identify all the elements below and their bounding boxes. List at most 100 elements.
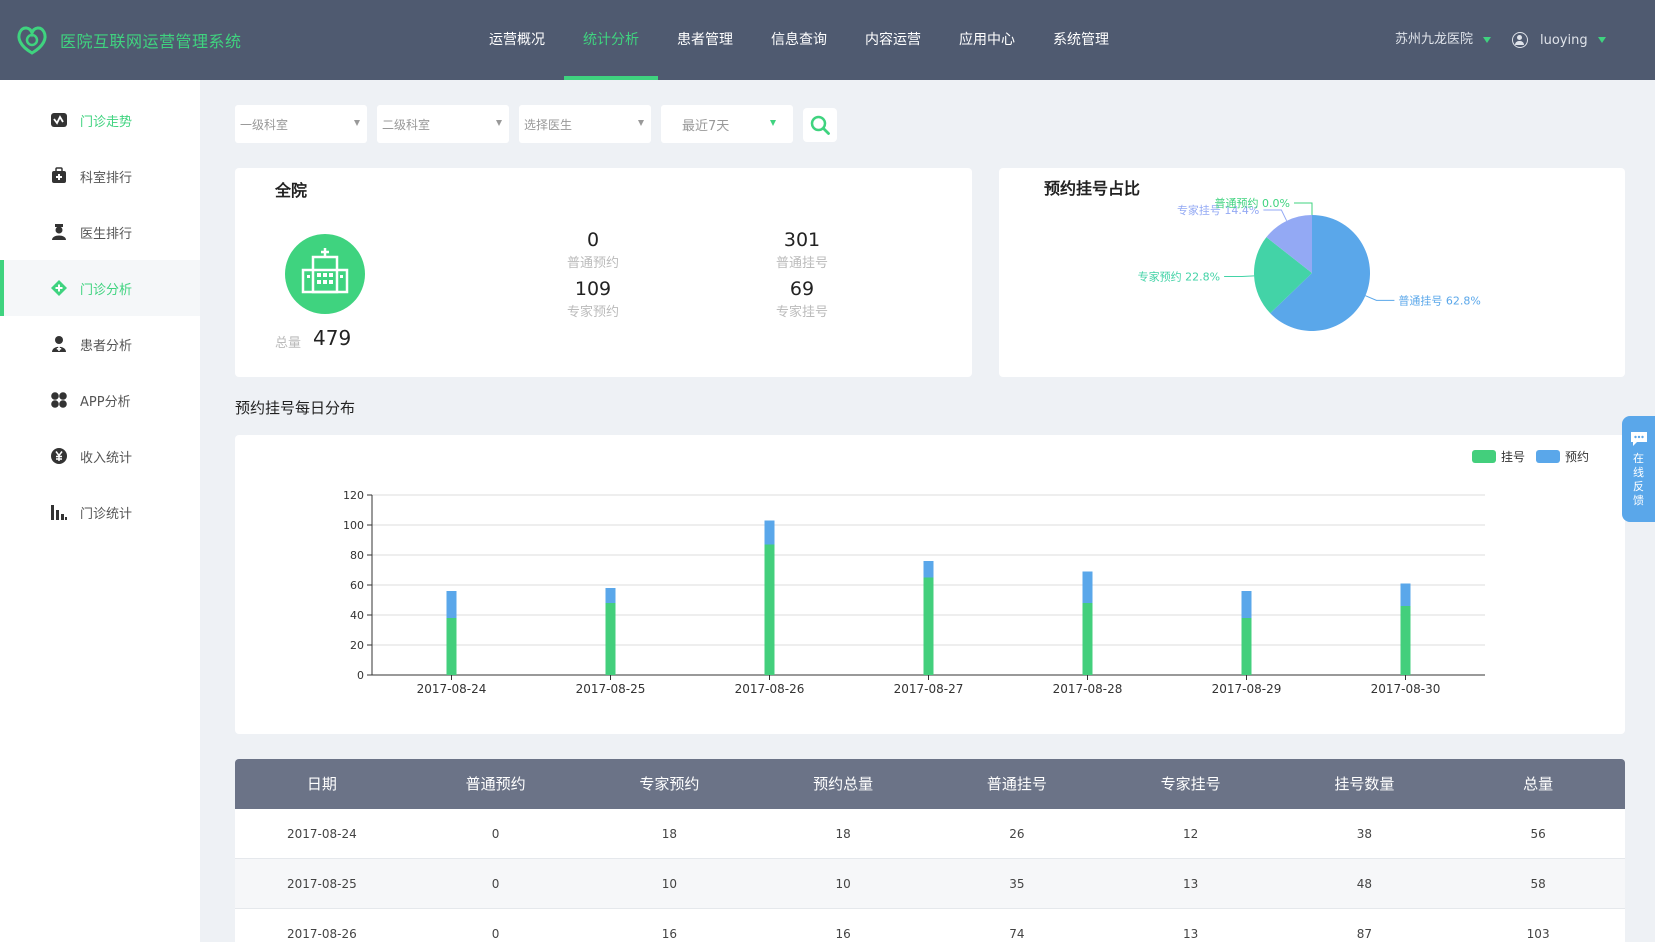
stat-expert-register-label: 专家挂号 xyxy=(775,305,828,320)
bar-segment xyxy=(923,577,934,675)
legend-label: 预约 xyxy=(1565,449,1589,464)
sidebar-item-outpatient-stats[interactable]: 门诊统计 xyxy=(0,484,200,540)
cell-date: 2017-08-25 xyxy=(287,877,357,891)
sidebar-item-label: APP分析 xyxy=(80,394,131,410)
table-header: 日期 普通预约 专家预约 预约总量 普通挂号 专家挂号 挂号数量 总量 xyxy=(235,759,1625,809)
hospital-icon xyxy=(285,234,365,314)
legend-swatch xyxy=(1472,450,1496,463)
nav-patients[interactable]: 患者管理 xyxy=(658,0,752,80)
caret-down-icon xyxy=(496,120,502,126)
bar-segment xyxy=(1400,583,1411,606)
sidebar: 门诊走势 科室排行 医生排行 门诊分析 患者分析 APP分析 收入统计 门诊统计 xyxy=(0,80,200,942)
bar-segment xyxy=(764,520,775,545)
sidebar-item-app-analysis[interactable]: APP分析 xyxy=(0,372,200,428)
summary-title: 全院 xyxy=(275,181,308,200)
stat-expert-booking-value: 109 xyxy=(574,278,612,300)
cell: 38 xyxy=(1356,827,1373,841)
y-tick-label: 80 xyxy=(350,549,364,562)
bar-chart-icon xyxy=(50,503,68,521)
cell: 58 xyxy=(1530,877,1546,891)
diamond-plus-icon xyxy=(50,279,68,297)
table-row: 2017-08-24 0 18 18 26 12 38 56 xyxy=(235,809,1625,859)
sidebar-item-label: 患者分析 xyxy=(80,338,133,354)
cell: 10 xyxy=(661,877,678,891)
date-range-select[interactable]: 最近7天 xyxy=(661,105,793,143)
table-row: 2017-08-25 0 10 10 35 13 48 58 xyxy=(235,859,1625,909)
cell: 74 xyxy=(1009,927,1025,941)
sidebar-item-patient-analysis[interactable]: 患者分析 xyxy=(0,316,200,372)
pie-label: 专家预约 22.8% xyxy=(1138,270,1220,284)
bar-segment xyxy=(923,561,934,578)
cell: 18 xyxy=(661,827,678,841)
cell: 16 xyxy=(835,927,851,941)
caret-down-icon xyxy=(1483,37,1492,43)
th-expert-register: 专家挂号 xyxy=(1160,775,1221,793)
dept2-select[interactable]: 二级科室 xyxy=(377,105,509,143)
bar-segment xyxy=(446,618,457,675)
online-feedback-button[interactable]: 在线反馈 xyxy=(1622,416,1655,522)
top-bar: 医院互联网运营管理系统 运营概况 统计分析 患者管理 信息查询 内容运营 应用中… xyxy=(0,0,1655,80)
doctor-select[interactable]: 选择医生 xyxy=(519,105,651,143)
daily-chart-card: 0 20 40 60 80 100 120 2017-08-24 2017-08-25 2017-… xyxy=(235,435,1625,734)
total-value: 479 xyxy=(313,326,352,350)
y-tick-label: 20 xyxy=(350,639,364,652)
pie-leader-line xyxy=(1224,275,1255,278)
nav-query[interactable]: 信息查询 xyxy=(752,0,846,80)
pie-leader-line xyxy=(1294,202,1313,215)
cell: 26 xyxy=(1009,827,1025,841)
y-tick-label: 100 xyxy=(343,519,364,532)
bar-segment xyxy=(1241,591,1252,618)
x-tick-label: 2017-08-29 xyxy=(1212,682,1282,696)
medical-case-icon xyxy=(50,167,68,185)
y-tick-label: 40 xyxy=(350,609,364,622)
sidebar-item-outpatient-analysis[interactable]: 门诊分析 xyxy=(0,260,200,316)
doctor-icon xyxy=(50,223,68,241)
search-button[interactable] xyxy=(803,108,837,142)
legend-swatch xyxy=(1536,450,1560,463)
username: luoying xyxy=(1540,32,1588,48)
caret-down-icon xyxy=(638,120,644,126)
hospital-selector[interactable]: 苏州九龙医院 xyxy=(1395,0,1492,80)
sidebar-item-label: 门诊分析 xyxy=(80,282,133,298)
app-grid-icon xyxy=(50,391,68,409)
nav-statistics[interactable]: 统计分析 xyxy=(564,0,658,80)
daily-chart-title: 预约挂号每日分布 xyxy=(235,399,356,417)
nav-system[interactable]: 系统管理 xyxy=(1034,0,1128,80)
daily-table: 日期 普通预约 专家预约 预约总量 普通挂号 专家挂号 挂号数量 总量 2017… xyxy=(235,759,1625,942)
legend-label: 挂号 xyxy=(1501,450,1525,464)
cell-date: 2017-08-26 xyxy=(287,927,357,941)
nav-overview[interactable]: 运营概况 xyxy=(470,0,564,80)
pie-leader-line xyxy=(1365,295,1395,301)
cell-date: 2017-08-24 xyxy=(287,827,357,841)
nav-content[interactable]: 内容运营 xyxy=(846,0,940,80)
logo-icon xyxy=(17,26,47,55)
search-icon xyxy=(810,115,830,135)
main-nav: 运营概况 统计分析 患者管理 信息查询 内容运营 应用中心 系统管理 xyxy=(470,0,1128,80)
total-label: 总量 xyxy=(275,336,302,351)
user-menu[interactable]: luoying xyxy=(1512,0,1606,80)
sidebar-item-dept-rank[interactable]: 科室排行 xyxy=(0,148,200,204)
cell: 103 xyxy=(1526,927,1550,941)
dept1-select[interactable]: 一级科室 xyxy=(235,105,367,143)
cell: 13 xyxy=(1182,927,1199,941)
sidebar-item-doctor-rank[interactable]: 医生排行 xyxy=(0,204,200,260)
cell: 87 xyxy=(1356,927,1373,941)
y-tick-label: 120 xyxy=(343,489,364,502)
sidebar-item-label: 科室排行 xyxy=(80,170,133,186)
caret-down-icon xyxy=(354,120,360,126)
daily-bar-chart: 0 20 40 60 80 100 120 2017-08-24 2017-08-25 2017-… xyxy=(343,449,1589,696)
chat-icon xyxy=(1630,432,1647,446)
stat-expert-register-value: 69 xyxy=(789,278,815,300)
cell: 35 xyxy=(1009,877,1025,891)
bar-segment xyxy=(1082,603,1093,675)
sidebar-item-trend[interactable]: 门诊走势 xyxy=(0,92,200,148)
sidebar-item-income[interactable]: 收入统计 xyxy=(0,428,200,484)
nav-apps[interactable]: 应用中心 xyxy=(940,0,1034,80)
x-tick-label: 2017-08-30 xyxy=(1371,682,1441,696)
pie-card: 预约挂号占比 普通挂号 62.8% 专家预约 22.8% 专家挂号 14.4% 普通预… xyxy=(999,168,1625,377)
trend-icon xyxy=(50,111,68,129)
cell: 48 xyxy=(1356,877,1373,891)
x-tick-label: 2017-08-27 xyxy=(894,682,964,696)
x-tick-label: 2017-08-25 xyxy=(576,682,646,696)
logo[interactable]: 医院互联网运营管理系统 xyxy=(14,22,242,58)
